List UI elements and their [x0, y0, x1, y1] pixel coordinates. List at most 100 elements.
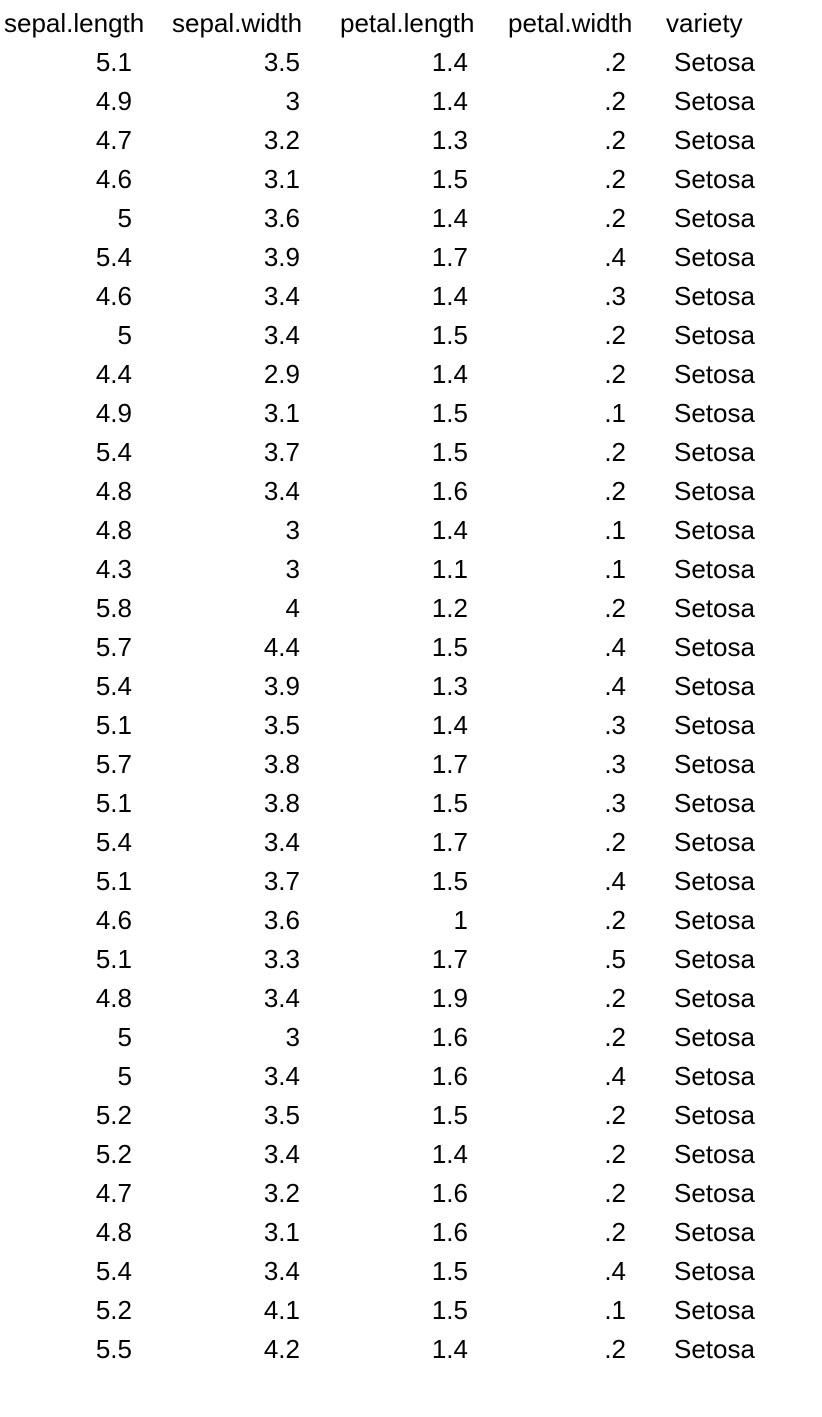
cell-sepal_length: 5.1 — [4, 940, 172, 979]
cell-sepal_length: 4.7 — [4, 121, 172, 160]
cell-petal_width: .2 — [508, 1213, 666, 1252]
table-row: 53.41.6.4Setosa — [4, 1057, 816, 1096]
cell-petal_width: .2 — [508, 199, 666, 238]
cell-sepal_length: 5.4 — [4, 1252, 172, 1291]
cell-variety: Setosa — [666, 472, 816, 511]
table-row: 5.13.81.5.3Setosa — [4, 784, 816, 823]
table-row: 4.63.11.5.2Setosa — [4, 160, 816, 199]
cell-sepal_length: 5.4 — [4, 238, 172, 277]
table-row: 5.13.31.7.5Setosa — [4, 940, 816, 979]
table-row: 4.331.1.1Setosa — [4, 550, 816, 589]
cell-sepal_length: 4.3 — [4, 550, 172, 589]
cell-sepal_length: 4.8 — [4, 1213, 172, 1252]
cell-petal_length: 1.9 — [340, 979, 508, 1018]
cell-sepal_width: 3.6 — [172, 199, 340, 238]
cell-sepal_width: 3.9 — [172, 238, 340, 277]
cell-petal_width: .4 — [508, 862, 666, 901]
cell-variety: Setosa — [666, 433, 816, 472]
cell-petal_length: 1.4 — [340, 43, 508, 82]
cell-variety: Setosa — [666, 979, 816, 1018]
cell-sepal_width: 3.4 — [172, 979, 340, 1018]
cell-sepal_width: 3.4 — [172, 1057, 340, 1096]
cell-sepal_width: 3.4 — [172, 277, 340, 316]
cell-sepal_width: 3.4 — [172, 823, 340, 862]
cell-petal_length: 1.6 — [340, 1018, 508, 1057]
cell-petal_length: 1.5 — [340, 1291, 508, 1330]
cell-sepal_length: 5.2 — [4, 1096, 172, 1135]
cell-petal_width: .2 — [508, 82, 666, 121]
cell-sepal_width: 3 — [172, 1018, 340, 1057]
cell-sepal_length: 4.4 — [4, 355, 172, 394]
table-row: 5.13.51.4.3Setosa — [4, 706, 816, 745]
cell-petal_length: 1.6 — [340, 1057, 508, 1096]
cell-petal_length: 1.6 — [340, 1174, 508, 1213]
cell-petal_length: 1.5 — [340, 862, 508, 901]
cell-petal_width: .2 — [508, 472, 666, 511]
table-row: 4.42.91.4.2Setosa — [4, 355, 816, 394]
cell-petal_width: .1 — [508, 550, 666, 589]
cell-petal_width: .2 — [508, 316, 666, 355]
table-row: 5.13.71.5.4Setosa — [4, 862, 816, 901]
cell-petal_length: 1.4 — [340, 82, 508, 121]
cell-sepal_length: 5.1 — [4, 784, 172, 823]
cell-variety: Setosa — [666, 667, 816, 706]
table-row: 5.54.21.4.2Setosa — [4, 1330, 816, 1369]
cell-sepal_width: 3.6 — [172, 901, 340, 940]
table-row: 4.83.11.6.2Setosa — [4, 1213, 816, 1252]
cell-petal_length: 1 — [340, 901, 508, 940]
cell-petal_width: .2 — [508, 43, 666, 82]
cell-variety: Setosa — [666, 1330, 816, 1369]
cell-variety: Setosa — [666, 121, 816, 160]
cell-petal_length: 1.7 — [340, 940, 508, 979]
cell-sepal_length: 5 — [4, 1057, 172, 1096]
table-row: 5.13.51.4.2Setosa — [4, 43, 816, 82]
cell-petal_width: .2 — [508, 823, 666, 862]
cell-sepal_width: 3.5 — [172, 706, 340, 745]
cell-sepal_width: 3.1 — [172, 1213, 340, 1252]
cell-petal_length: 1.4 — [340, 355, 508, 394]
table-row: 4.93.11.5.1Setosa — [4, 394, 816, 433]
cell-petal_length: 1.5 — [340, 316, 508, 355]
cell-variety: Setosa — [666, 706, 816, 745]
cell-variety: Setosa — [666, 745, 816, 784]
iris-table: sepal.length sepal.width petal.length pe… — [4, 4, 816, 1369]
table-row: 5.73.81.7.3Setosa — [4, 745, 816, 784]
col-variety: variety — [666, 4, 816, 43]
cell-petal_width: .4 — [508, 238, 666, 277]
cell-sepal_length: 4.8 — [4, 472, 172, 511]
cell-petal_length: 1.5 — [340, 1252, 508, 1291]
cell-sepal_width: 3.3 — [172, 940, 340, 979]
table-row: 4.831.4.1Setosa — [4, 511, 816, 550]
cell-petal_width: .2 — [508, 1174, 666, 1213]
table-row: 5.43.91.3.4Setosa — [4, 667, 816, 706]
cell-variety: Setosa — [666, 940, 816, 979]
cell-sepal_width: 3.4 — [172, 472, 340, 511]
cell-sepal_length: 5.5 — [4, 1330, 172, 1369]
cell-petal_length: 1.5 — [340, 784, 508, 823]
cell-variety: Setosa — [666, 1213, 816, 1252]
cell-petal_width: .1 — [508, 394, 666, 433]
cell-sepal_width: 3.9 — [172, 667, 340, 706]
cell-variety: Setosa — [666, 589, 816, 628]
table-row: 53.61.4.2Setosa — [4, 199, 816, 238]
cell-petal_width: .2 — [508, 160, 666, 199]
cell-petal_width: .4 — [508, 628, 666, 667]
cell-sepal_width: 3 — [172, 82, 340, 121]
cell-variety: Setosa — [666, 394, 816, 433]
cell-petal_length: 1.4 — [340, 511, 508, 550]
cell-variety: Setosa — [666, 355, 816, 394]
cell-variety: Setosa — [666, 511, 816, 550]
cell-sepal_width: 3.1 — [172, 160, 340, 199]
cell-sepal_width: 3 — [172, 550, 340, 589]
cell-sepal_width: 3.5 — [172, 1096, 340, 1135]
cell-variety: Setosa — [666, 160, 816, 199]
table-row: 4.63.41.4.3Setosa — [4, 277, 816, 316]
cell-petal_length: 1.4 — [340, 199, 508, 238]
cell-petal_width: .5 — [508, 940, 666, 979]
cell-sepal_width: 3.8 — [172, 784, 340, 823]
cell-variety: Setosa — [666, 901, 816, 940]
cell-petal_length: 1.4 — [340, 1330, 508, 1369]
cell-petal_length: 1.3 — [340, 667, 508, 706]
cell-variety: Setosa — [666, 784, 816, 823]
cell-variety: Setosa — [666, 1252, 816, 1291]
